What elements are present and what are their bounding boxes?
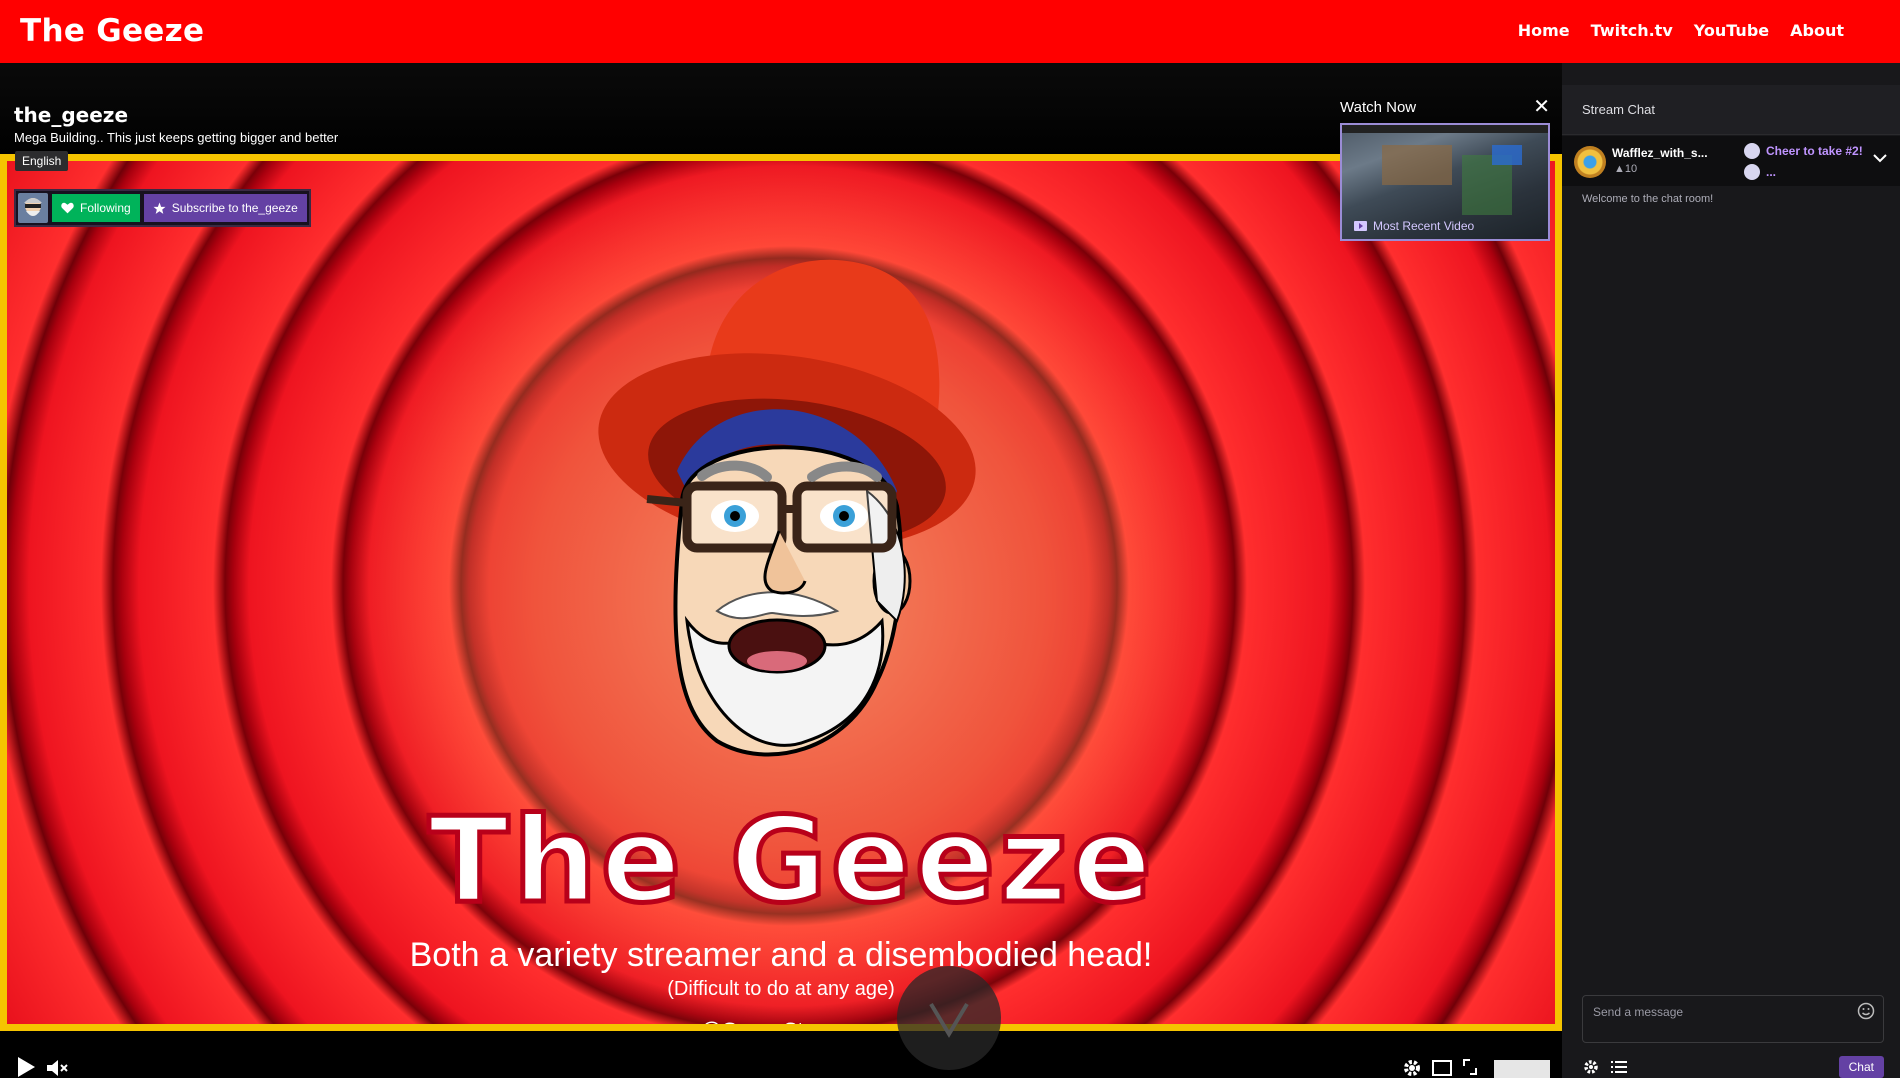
subscribe-button[interactable]: Subscribe to the_geeze [143,194,307,222]
video-icon [1354,221,1367,231]
following-label: Following [80,201,131,215]
volume-muted-icon[interactable] [46,1058,68,1078]
chat-panel: Stream Chat Wafflez_with_s... ▲10 Cheer … [1562,63,1900,1078]
emoji-icon[interactable] [1857,1002,1875,1020]
nav-link-youtube[interactable]: YouTube [1694,21,1769,40]
cheer-option-2[interactable]: ... [1744,164,1776,180]
following-button[interactable]: Following [52,194,140,222]
fullscreen-icon[interactable] [1462,1058,1478,1076]
nav-link-twitch[interactable]: Twitch.tv [1591,21,1673,40]
cheer-badge-icon [1574,146,1606,178]
banner-handle: @GeezeStreams [700,1019,862,1031]
stream-title: Mega Building.. This just keeps getting … [14,130,339,145]
theatre-mode-icon[interactable] [1432,1060,1452,1076]
gear-icon[interactable] [1582,1058,1600,1076]
watch-now-panel: Watch Now ✕ Most Recent Video [1340,97,1550,241]
chat-message-input[interactable] [1583,996,1883,1042]
player-controls [0,1048,1562,1078]
channel-avatar[interactable] [18,193,48,223]
viewer-list-icon[interactable] [1610,1058,1628,1076]
video-player[interactable]: The Geeze Both a variety streamer and a … [0,63,1562,1078]
follow-bar: Following Subscribe to the_geeze [14,189,311,227]
cheer-option-1[interactable]: Cheer to take #2! [1744,143,1863,159]
site-brand[interactable]: The Geeze [20,13,204,49]
chat-welcome-message: Welcome to the chat room! [1582,193,1714,205]
language-tag[interactable]: English [15,151,69,171]
cheer-option-dot-icon [1744,143,1760,159]
video-frame[interactable]: The Geeze Both a variety streamer and a … [0,154,1562,1031]
pinned-username[interactable]: Wafflez_with_s... [1612,146,1708,160]
twitch-logo[interactable] [1494,1056,1550,1078]
star-icon [153,202,166,214]
geeze-title-logo: The Geeze [426,789,1155,932]
pinned-cheer[interactable]: Wafflez_with_s... ▲10 Cheer to take #2! … [1562,136,1900,186]
subscribe-label: Subscribe to the_geeze [171,201,298,215]
gear-icon[interactable] [1402,1058,1422,1078]
watch-now-label: Watch Now [1340,98,1417,116]
banner-subtagline: (Difficult to do at any age) [667,978,895,1000]
nav-link-about[interactable]: About [1790,21,1844,40]
svg-text:The Geeze: The Geeze [428,791,1155,929]
nav-links: Home Twitch.tv YouTube About [1518,21,1844,40]
chat-header-title: Stream Chat [1582,102,1655,117]
top-nav: The Geeze Home Twitch.tv YouTube About [0,0,1900,63]
pinned-bits: ▲10 [1614,163,1638,175]
most-recent-video-label: Most Recent Video [1373,219,1475,233]
triangle-bits-icon: ▲ [1614,163,1625,175]
chat-input-box[interactable] [1582,995,1884,1043]
geeze-head-illustration [598,259,976,757]
stream-meta: the_geeze Mega Building.. This just keep… [14,103,338,145]
play-icon[interactable] [16,1056,36,1078]
close-icon[interactable]: ✕ [1533,97,1550,117]
recent-video-thumbnail[interactable]: Most Recent Video [1340,123,1550,241]
chat-send-button[interactable]: Chat [1838,1056,1884,1078]
cheer-option-dot-icon [1744,164,1760,180]
banner-tagline: Both a variety streamer and a disembodie… [409,936,1153,974]
chat-header: Stream Chat [1562,85,1900,135]
channel-name[interactable]: the_geeze [14,103,338,127]
chevron-down-icon[interactable] [1872,152,1888,164]
heart-icon [61,202,74,214]
nav-link-home[interactable]: Home [1518,21,1570,40]
